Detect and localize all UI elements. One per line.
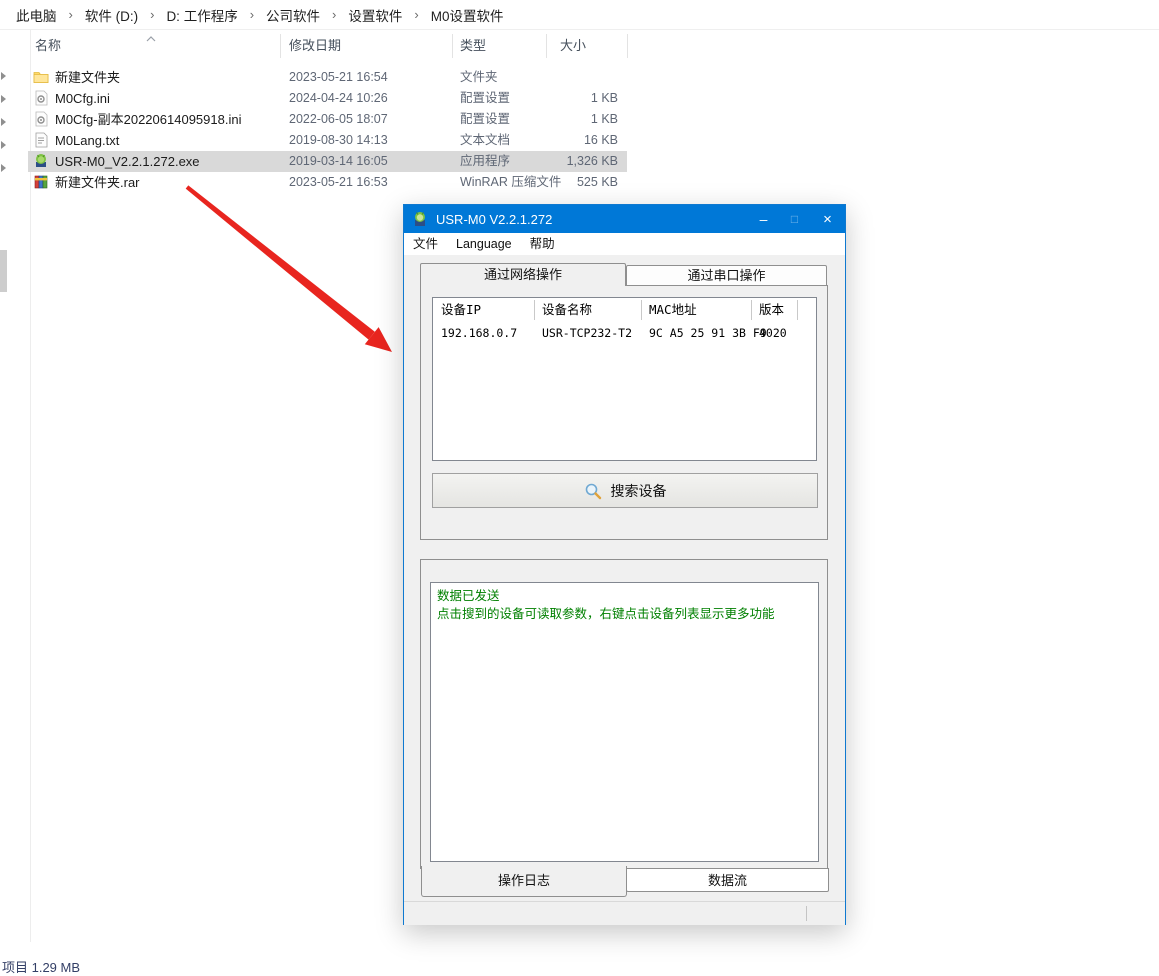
statusbar-text: 项目 1.29 MB (2, 957, 80, 976)
statusbar-divider (806, 906, 807, 921)
tab-operation-log[interactable]: 操作日志 (421, 866, 627, 897)
file-name: M0Cfg.ini (55, 88, 110, 109)
device-column-version[interactable]: 版本 (759, 298, 784, 322)
table-row[interactable]: 新建文件夹.rar 2023-05-21 16:53 WinRAR 压缩文件 5… (28, 172, 627, 193)
device-mac: 9C A5 25 91 3B F9 (649, 324, 767, 342)
breadcrumb-item-setup-software[interactable]: 设置软件 (344, 3, 406, 27)
column-divider (280, 34, 281, 58)
menu-file[interactable]: 文件 (404, 233, 447, 255)
tab-serial-operation[interactable]: 通过串口操作 (626, 265, 827, 286)
menu-help[interactable]: 帮助 (521, 233, 564, 255)
breadcrumb-item-company-software[interactable]: 公司软件 (262, 3, 324, 27)
breadcrumb-item-this-pc[interactable]: 此电脑 (12, 3, 61, 27)
column-divider (546, 34, 547, 58)
app-icon (412, 211, 428, 227)
column-header-type[interactable]: 类型 (460, 33, 486, 59)
window-title: USR-M0 V2.2.1.272 (436, 212, 552, 227)
file-date: 2024-04-24 10:26 (289, 88, 388, 109)
file-date: 2019-08-30 14:13 (289, 130, 388, 151)
table-row[interactable]: M0Lang.txt 2019-08-30 14:13 文本文档 16 KB (28, 130, 627, 151)
device-name: USR-TCP232-T2 (542, 324, 632, 342)
device-column-name[interactable]: 设备名称 (542, 298, 592, 322)
tab-data-stream[interactable]: 数据流 (626, 868, 829, 892)
device-row[interactable]: 192.168.0.7 USR-TCP232-T2 9C A5 25 91 3B… (433, 324, 816, 342)
table-row[interactable]: M0Cfg-副本20220614095918.ini 2022-06-05 18… (28, 109, 627, 130)
ini-file-icon (33, 111, 49, 127)
folder-icon (33, 69, 49, 85)
close-button[interactable]: × (810, 205, 845, 233)
file-size: 1,326 KB (478, 151, 618, 172)
file-size: 16 KB (478, 130, 618, 151)
device-ip: 192.168.0.7 (441, 324, 517, 342)
breadcrumb-item-work-programs[interactable]: D: 工作程序 (162, 3, 241, 27)
nav-scrollbar[interactable] (0, 250, 7, 292)
column-divider (641, 300, 642, 320)
column-divider (751, 300, 752, 320)
tree-expand-icon[interactable] (1, 95, 6, 103)
chevron-right-icon: › (61, 7, 81, 22)
breadcrumb-item-drive-d[interactable]: 软件 (D:) (81, 3, 142, 27)
dialog-statusbar (404, 901, 845, 925)
titlebar[interactable]: USR-M0 V2.2.1.272 – □ × (404, 205, 845, 233)
ini-file-icon (33, 90, 49, 106)
file-type: 文件夹 (460, 67, 498, 88)
column-divider (797, 300, 798, 320)
file-date: 2022-06-05 18:07 (289, 109, 388, 130)
tree-expand-icon[interactable] (1, 141, 6, 149)
column-header-name[interactable]: 名称 (35, 33, 61, 59)
log-line: 点击搜到的设备可读取参数，右键点击设备列表显示更多功能 (437, 605, 812, 623)
minimize-button[interactable]: – (748, 205, 779, 233)
file-size: 525 KB (478, 172, 618, 193)
chevron-right-icon: › (242, 7, 262, 22)
maximize-button[interactable]: □ (779, 205, 810, 233)
chevron-right-icon: › (406, 7, 426, 22)
search-icon (584, 482, 602, 500)
file-name: 新建文件夹 (55, 67, 120, 88)
file-date: 2023-05-21 16:53 (289, 172, 388, 193)
column-divider (534, 300, 535, 320)
device-list[interactable]: 设备IP 设备名称 MAC地址 版本 192.168.0.7 USR-TCP23… (432, 297, 817, 461)
sort-ascending-icon (146, 36, 156, 62)
usr-m0-window: USR-M0 V2.2.1.272 – □ × 文件 Language 帮助 通… (403, 204, 846, 925)
operation-log[interactable]: 数据已发送 点击搜到的设备可读取参数，右键点击设备列表显示更多功能 (430, 582, 819, 862)
chevron-right-icon: › (324, 7, 344, 22)
table-row-selected[interactable]: USR-M0_V2.2.1.272.exe 2019-03-14 16:05 应… (28, 151, 627, 172)
device-version: 4020 (759, 324, 787, 342)
rar-archive-icon (33, 174, 49, 190)
breadcrumb-item-m0-setup[interactable]: M0设置软件 (427, 3, 508, 27)
column-divider (627, 34, 628, 58)
tree-expand-icon[interactable] (1, 118, 6, 126)
file-name: 新建文件夹.rar (55, 172, 140, 193)
exe-app-icon (33, 153, 49, 169)
table-row[interactable]: 新建文件夹 2023-05-21 16:54 文件夹 (28, 67, 627, 88)
txt-file-icon (33, 132, 49, 148)
menubar: 文件 Language 帮助 (404, 233, 845, 255)
file-date: 2023-05-21 16:54 (289, 67, 388, 88)
file-size: 1 KB (478, 109, 618, 130)
column-header-date[interactable]: 修改日期 (289, 33, 341, 59)
file-name: M0Lang.txt (55, 130, 119, 151)
tab-network-operation[interactable]: 通过网络操作 (420, 263, 626, 286)
column-divider (452, 34, 453, 58)
table-row[interactable]: M0Cfg.ini 2024-04-24 10:26 配置设置 1 KB (28, 88, 627, 109)
file-name: M0Cfg-副本20220614095918.ini (55, 109, 241, 130)
tree-expand-icon[interactable] (1, 72, 6, 80)
device-column-ip[interactable]: 设备IP (441, 298, 481, 322)
device-column-mac[interactable]: MAC地址 (649, 298, 697, 322)
log-line: 数据已发送 (437, 587, 812, 605)
file-name: USR-M0_V2.2.1.272.exe (55, 151, 200, 172)
breadcrumb: 此电脑 › 软件 (D:) › D: 工作程序 › 公司软件 › 设置软件 › … (0, 0, 1159, 30)
device-list-header: 设备IP 设备名称 MAC地址 版本 (433, 298, 816, 322)
file-size: 1 KB (478, 88, 618, 109)
menu-language[interactable]: Language (447, 233, 521, 255)
tree-expand-icon[interactable] (1, 164, 6, 172)
search-device-label: 搜索设备 (611, 481, 667, 501)
column-header-size[interactable]: 大小 (560, 33, 586, 59)
file-date: 2019-03-14 16:05 (289, 151, 388, 172)
search-device-button[interactable]: 搜索设备 (432, 473, 818, 508)
chevron-right-icon: › (142, 7, 162, 22)
